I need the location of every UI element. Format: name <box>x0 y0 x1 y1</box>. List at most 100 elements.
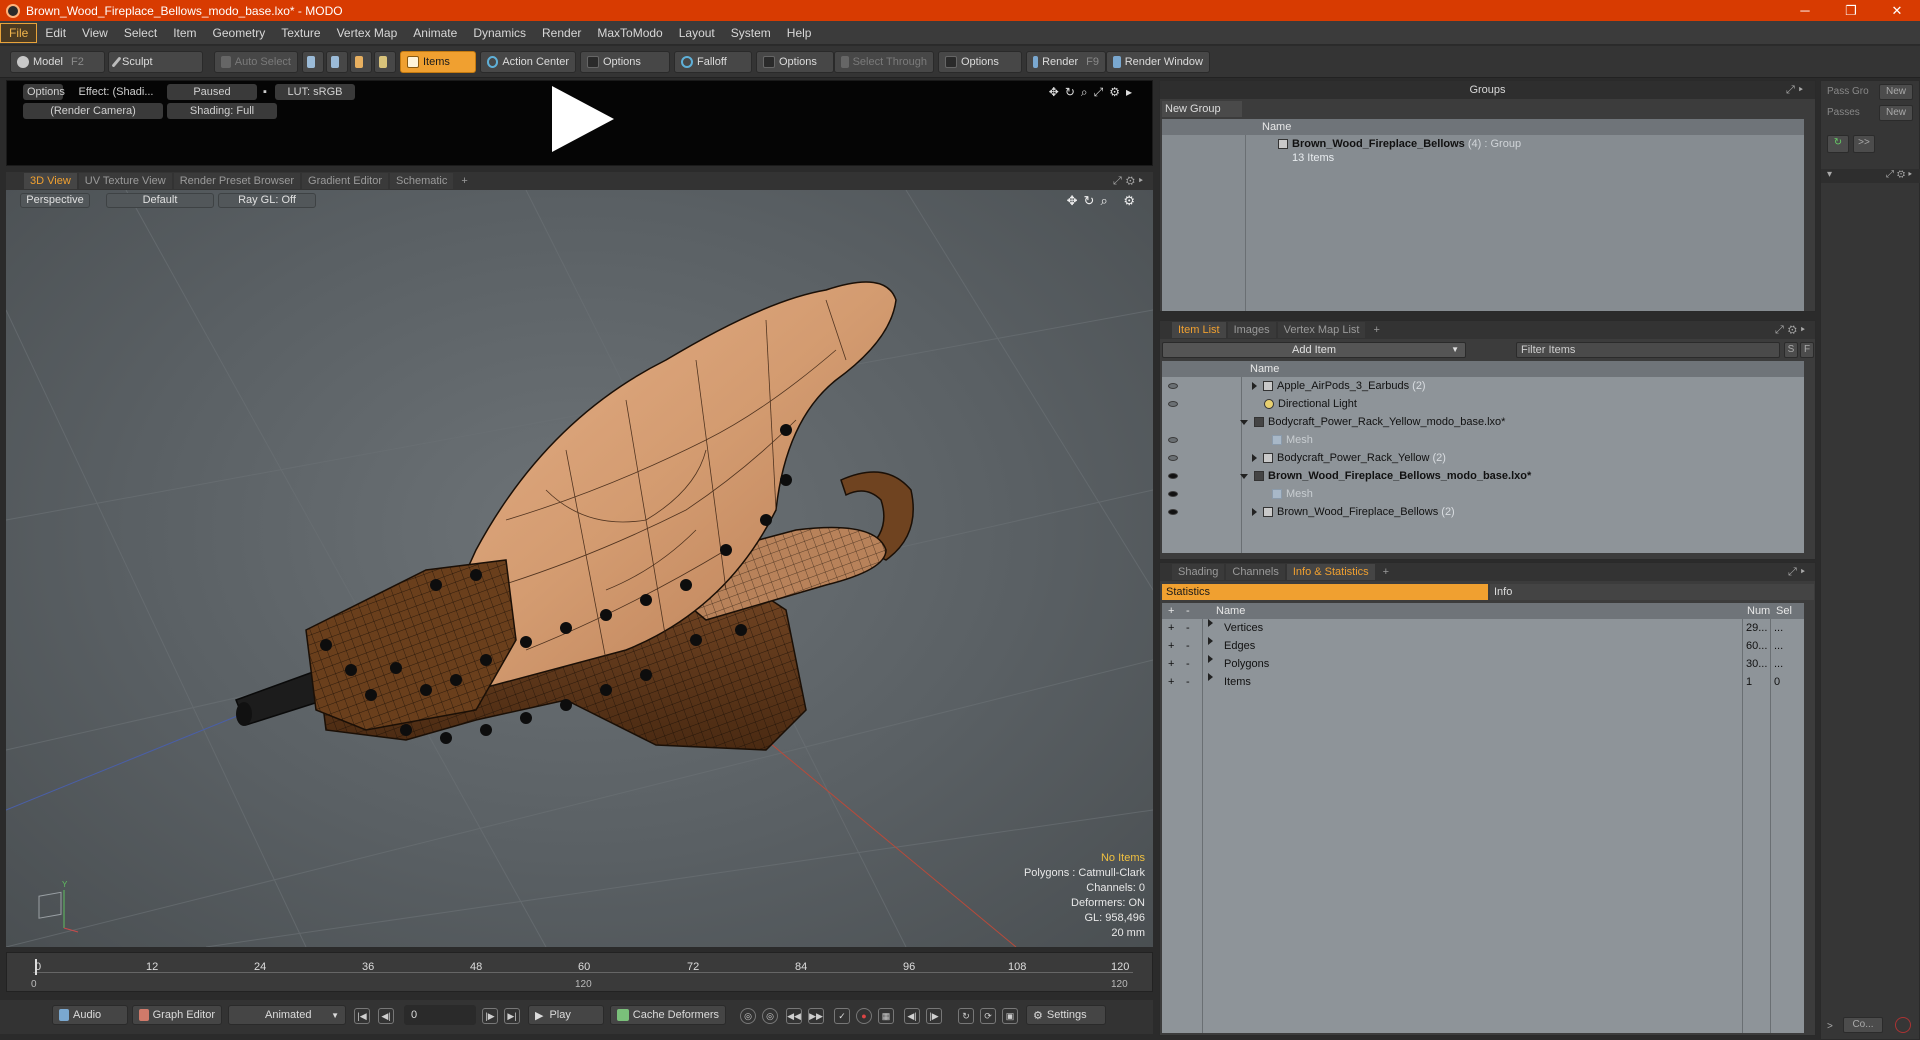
visibility-eye-icon[interactable] <box>1168 437 1178 443</box>
expand-button[interactable]: + <box>1168 673 1174 691</box>
expand-more-button[interactable]: >> <box>1853 135 1875 153</box>
materials-mode-button[interactable] <box>374 51 396 73</box>
go-start-icon[interactable]: |◀ <box>354 1008 370 1024</box>
new-pass-button[interactable]: New <box>1879 105 1913 121</box>
go-end-icon[interactable]: ▶| <box>504 1008 520 1024</box>
viewport-nav-icons[interactable]: ✥↻⌕ ⚙ <box>1067 193 1141 209</box>
shading-style-dropdown[interactable]: Default <box>106 193 214 208</box>
expand-arrow-icon[interactable] <box>1252 382 1257 391</box>
expand-arrow-icon[interactable] <box>1208 637 1213 645</box>
key-options-icon[interactable]: ▦ <box>878 1008 894 1024</box>
add-tab-button[interactable]: + <box>1367 322 1385 338</box>
item-list-panel-icons[interactable]: ⤢⚙▸ <box>1775 324 1809 337</box>
menu-dynamics[interactable]: Dynamics <box>465 23 534 43</box>
tab-schematic[interactable]: Schematic <box>390 173 454 189</box>
select-through-button[interactable]: Select Through <box>834 51 934 73</box>
expand-all-button[interactable]: + <box>1168 603 1174 619</box>
visibility-eye-icon[interactable] <box>1168 473 1178 479</box>
step-back-icon[interactable]: ◀| <box>904 1008 920 1024</box>
menu-render[interactable]: Render <box>534 23 589 43</box>
render-button[interactable]: Render F9 <box>1026 51 1106 73</box>
perspective-dropdown[interactable]: Perspective <box>20 193 90 208</box>
menu-file[interactable]: File <box>0 22 38 43</box>
more-icon[interactable]: ▣ <box>1002 1008 1018 1024</box>
menu-animate[interactable]: Animate <box>405 23 465 43</box>
visibility-eye-icon[interactable] <box>1168 509 1178 515</box>
shading-dropdown[interactable]: Shading: Full <box>167 103 277 119</box>
record-icon[interactable]: ● <box>856 1008 872 1024</box>
edges-mode-button[interactable] <box>326 51 348 73</box>
falloff-options-button[interactable]: Options <box>756 51 834 73</box>
minimize-button[interactable]: ─ <box>1782 0 1828 21</box>
action-center-options-button[interactable]: Options <box>580 51 670 73</box>
lut-dropdown[interactable]: LUT: sRGB <box>275 84 355 100</box>
collapse-arrow-icon[interactable]: > <box>1827 1021 1833 1032</box>
stats-row-edges[interactable]: + - Edges 60... ... <box>1162 637 1804 655</box>
stats-row-polygons[interactable]: + - Polygons 30... ... <box>1162 655 1804 673</box>
sync-icon[interactable]: ⟳ <box>980 1008 996 1024</box>
lock-icon[interactable]: ▪ <box>259 84 269 100</box>
collapse-all-button[interactable]: - <box>1186 603 1190 619</box>
expand-arrow-icon[interactable] <box>1252 454 1257 463</box>
collapse-arrow-icon[interactable] <box>1240 419 1248 425</box>
raygl-dropdown[interactable]: Ray GL: Off <box>218 193 316 208</box>
tab-item-list[interactable]: Item List <box>1172 322 1226 338</box>
item-row-bellows-scene[interactable]: Brown_Wood_Fireplace_Bellows_modo_base.l… <box>1240 467 1531 485</box>
action-center-button[interactable]: Action Center <box>480 51 576 73</box>
viewport-panel-icons[interactable]: ⤢⚙▸ <box>1113 175 1147 188</box>
graph-editor-button[interactable]: Graph Editor <box>132 1005 222 1025</box>
close-button[interactable]: ✕ <box>1874 0 1920 21</box>
visibility-eye-icon[interactable] <box>1168 383 1178 389</box>
falloff-button[interactable]: Falloff <box>674 51 752 73</box>
preview-paused-button[interactable]: Paused <box>167 84 257 100</box>
expand-arrow-icon[interactable] <box>1208 673 1213 681</box>
menu-texture[interactable]: Texture <box>273 23 328 43</box>
expand-button[interactable]: + <box>1168 655 1174 673</box>
collapse-button[interactable]: - <box>1186 673 1190 691</box>
item-row-bellows[interactable]: Brown_Wood_Fireplace_Bellows (2) <box>1252 503 1455 521</box>
item-row-bellows-mesh[interactable]: Mesh <box>1272 485 1313 503</box>
filter-s-button[interactable]: S <box>1784 342 1798 358</box>
menu-geometry[interactable]: Geometry <box>205 23 274 43</box>
co-button[interactable]: Co... <box>1843 1017 1883 1033</box>
tab-info-statistics[interactable]: Info & Statistics <box>1286 564 1375 580</box>
item-row-airpods[interactable]: Apple_AirPods_3_Earbuds (2) <box>1252 377 1426 395</box>
restore-button[interactable]: ❐ <box>1828 0 1874 21</box>
timeline[interactable]: 0 12 24 36 48 60 72 84 96 108 120 0 120 … <box>6 952 1153 992</box>
tab-gradient-editor[interactable]: Gradient Editor <box>302 173 388 189</box>
frame-input[interactable]: 0 <box>404 1005 476 1025</box>
preview-nav-icons[interactable]: ✥↻⌕⤢⚙▸ <box>1049 85 1138 100</box>
render-window-button[interactable]: Render Window <box>1106 51 1210 73</box>
menu-maxtomodo[interactable]: MaxToModo <box>589 23 670 43</box>
prev-frame-icon[interactable]: ◀| <box>378 1008 394 1024</box>
menu-view[interactable]: View <box>74 23 116 43</box>
collapse-arrow-icon[interactable] <box>1240 473 1248 479</box>
filter-items-input[interactable]: Filter Items <box>1516 342 1780 358</box>
loop-icon[interactable]: ↻ <box>958 1008 974 1024</box>
menu-system[interactable]: System <box>723 23 779 43</box>
add-item-dropdown[interactable]: Add Item ▼ <box>1162 342 1466 358</box>
menu-select[interactable]: Select <box>116 23 165 43</box>
play-preview-icon[interactable] <box>552 86 614 152</box>
vertices-mode-button[interactable] <box>302 51 324 73</box>
tab-shading[interactable]: Shading <box>1172 564 1225 580</box>
settings-button[interactable]: ⚙ Settings <box>1026 1005 1106 1025</box>
cache-deformers-button[interactable]: Cache Deformers <box>610 1005 726 1025</box>
menu-layout[interactable]: Layout <box>671 23 723 43</box>
key-icon-1[interactable]: ◎ <box>740 1008 756 1024</box>
tab-vertex-map-list[interactable]: Vertex Map List <box>1277 322 1366 338</box>
refresh-icon[interactable]: ↻ <box>1827 135 1849 153</box>
item-row-bodycraft-mesh[interactable]: Mesh <box>1272 431 1313 449</box>
visibility-eye-icon[interactable] <box>1168 401 1178 407</box>
visibility-eye-icon[interactable] <box>1168 491 1178 497</box>
new-pass-group-button[interactable]: New <box>1879 84 1913 100</box>
audio-button[interactable]: Audio <box>52 1005 128 1025</box>
expand-button[interactable]: + <box>1168 619 1174 637</box>
model-mode-button[interactable]: Model F2 <box>10 51 105 73</box>
select-options-button[interactable]: Options <box>938 51 1022 73</box>
step-fwd-icon[interactable]: |▶ <box>926 1008 942 1024</box>
key-next-icon[interactable]: ▶▶ <box>808 1008 824 1024</box>
new-group-button[interactable]: New Group <box>1162 101 1242 117</box>
stats-panel-icons[interactable]: ⤢▸ <box>1788 566 1809 579</box>
next-frame-icon[interactable]: |▶ <box>482 1008 498 1024</box>
